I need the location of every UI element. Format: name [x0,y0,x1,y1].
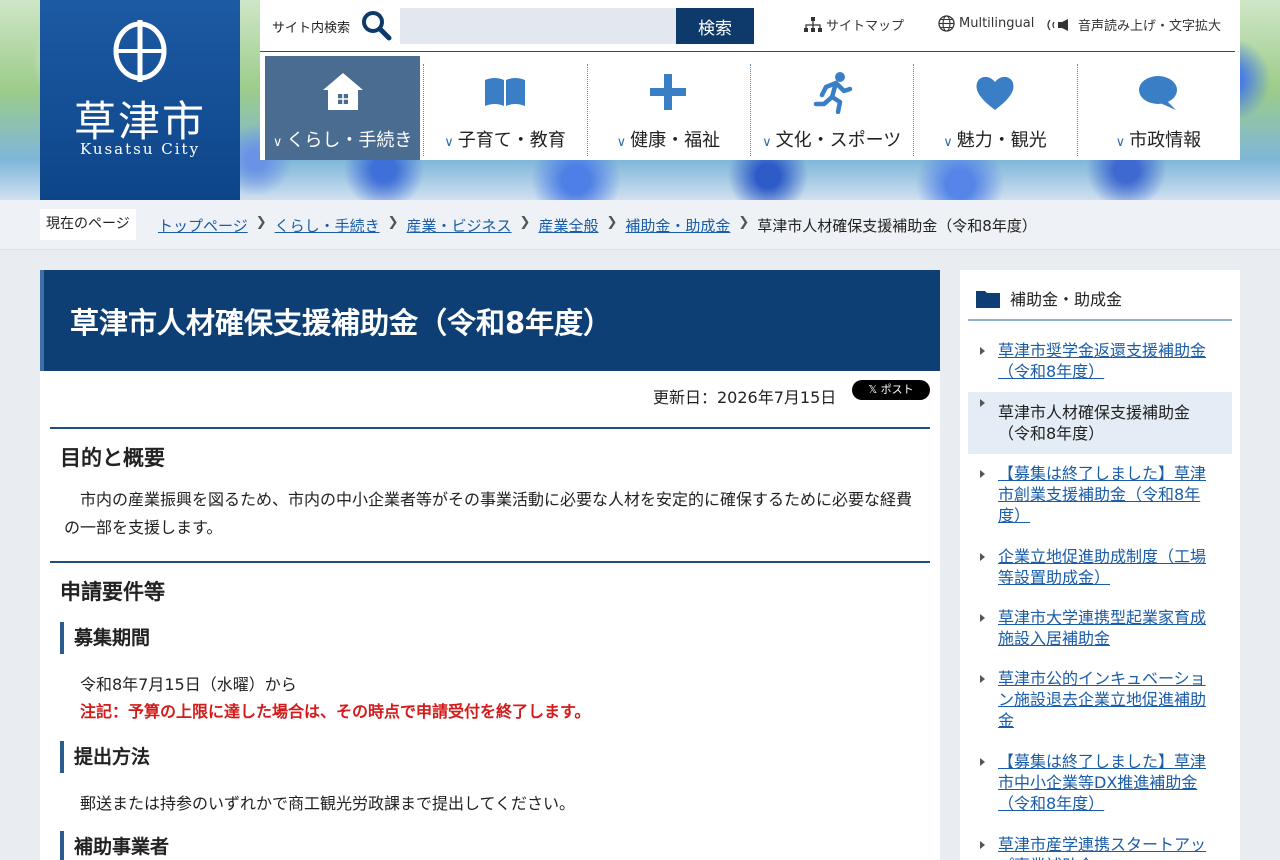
sidebar-link[interactable]: 草津市大学連携型起業家育成施設入居補助金 [998,608,1206,648]
sidebar-heading: 補助金・助成金 [976,286,1122,310]
sitemap-link[interactable]: サイトマップ [804,15,904,34]
nav-label: くらし・手続き [286,130,413,151]
search-label: サイト内検索 [272,21,351,36]
chevron-down-icon: ∨ [1115,135,1126,150]
search-button[interactable]: 検索 [676,8,754,44]
chevron-down-icon: ∨ [943,135,953,150]
article: 草津市人材確保支援補助金（令和8年度） 更新日：2026年7月15日 𝕏 ポスト… [40,270,940,860]
chevron-down-icon: ∨ [616,135,627,150]
nav-label: 魅力・観光 [956,130,1047,151]
chevron-down-icon: ∨ [762,135,772,150]
folder-icon [976,290,1000,308]
logo-subtitle: Kusatsu City [79,140,201,158]
nav-item-childcare[interactable]: ∨ 子育て・教育 [423,56,586,160]
nav-label: 子育て・教育 [457,130,566,151]
period-text: 令和8年7月15日（水曜）から [80,675,297,694]
sidebar-heading-label: 補助金・助成金 [1010,290,1123,309]
city-emblem-icon [113,20,167,82]
sidebar-current-label: 草津市人材確保支援補助金（令和8年度） [998,403,1191,443]
chevron-right-icon: ❯ [606,215,618,230]
breadcrumb-current: 草津市人材確保支援補助金（令和8年度） [757,217,1037,235]
plus-icon [650,74,687,110]
nav-label: 文化・スポーツ [775,130,902,151]
section-heading-purpose: 目的と概要 [60,446,165,470]
breadcrumb-link-top[interactable]: トップページ [158,215,248,236]
nav-item-health[interactable]: ∨ 健康・福祉 [586,56,750,160]
breadcrumb-link-living[interactable]: くらし・手続き [275,215,380,236]
sidebar-item[interactable]: 【募集は終了しました】草津市中小企業等DX推進補助金（令和8年度） [968,751,1232,814]
sitemap-label: サイトマップ [826,19,905,34]
multilingual-label: Multilingual [959,16,1035,31]
accessibility-link[interactable]: 音声読み上げ・文字拡大 [1046,15,1221,34]
sidebar-link[interactable]: 草津市奨学金返還支援補助金（令和8年度） [998,341,1206,381]
nav-item-culture[interactable]: ∨ 文化・スポーツ [750,56,913,160]
nav-label: 健康・福祉 [630,130,721,151]
chevron-right-icon: ❯ [738,215,750,230]
x-post-label: ポスト [880,383,914,396]
section-heading-requirements: 申請要件等 [60,580,165,604]
sidebar-link[interactable]: 草津市産学連携スタートアップ事業補助金 [998,835,1206,860]
updated-date: 更新日：2026年7月15日 [653,388,837,407]
sidebar: 補助金・助成金 草津市奨学金返還支援補助金（令和8年度） 草津市人材確保支援補助… [960,270,1240,860]
sidebar-item[interactable]: 草津市大学連携型起業家育成施設入居補助金 [968,607,1232,649]
book-icon [485,78,526,106]
sidebar-item[interactable]: 草津市産学連携スタートアップ事業補助金 [968,834,1232,860]
subheading-submission: 提出方法 [60,741,150,773]
page-title-block: 草津市人材確保支援補助金（令和8年度） [40,270,940,371]
section-divider [50,427,930,429]
subheading-eligible: 補助事業者 [60,831,169,860]
section-divider [50,561,930,563]
sidebar-link[interactable]: 【募集は終了しました】草津市中小企業等DX推進補助金（令和8年度） [998,752,1206,813]
search-icon[interactable] [360,9,392,41]
runner-icon [813,72,852,114]
nav-item-tourism[interactable]: ∨ 魅力・観光 [913,56,1076,160]
sidebar-item[interactable]: 草津市公的インキュベーション施設退去企業立地促進補助金 [968,668,1232,731]
breadcrumb-link-industry[interactable]: 産業全般 [538,215,598,236]
global-nav: ∨ くらし・手続き ∨ 子育て・教育 ∨ 健康・福祉 ∨ 文化・スポーツ ∨ 魅力・観光 [260,52,1240,160]
sidebar-divider [968,319,1232,321]
page-title: 草津市人材確保支援補助金（令和8年度） [70,306,613,340]
sidebar-item[interactable]: 企業立地促進助成制度（工場等設置助成金） [968,546,1232,588]
nav-item-living[interactable]: ∨ くらし・手続き [265,56,421,160]
sitemap-icon [804,16,822,32]
chevron-down-icon: ∨ [444,135,454,150]
chevron-down-icon: ∨ [272,135,283,150]
chevron-right-icon: ❯ [519,215,531,230]
site-logo[interactable]: 草津市 Kusatsu City [40,0,240,200]
sidebar-item-current: 草津市人材確保支援補助金（令和8年度） [968,392,1232,454]
period-note: 注記：予算の上限に達した場合は、その時点で申請受付を終了します。 [80,702,591,721]
sidebar-link[interactable]: 草津市公的インキュベーション施設退去企業立地促進補助金 [998,669,1206,730]
nav-label: 市政情報 [1129,130,1202,151]
speech-bubble-icon [1139,76,1178,110]
chevron-right-icon: ❯ [387,215,399,230]
purpose-text: 市内の産業振興を図るため、市内の中小企業者等がその事業活動に必要な人材を安定的に… [64,490,913,537]
subheading-period: 募集期間 [60,622,150,654]
x-post-button[interactable]: 𝕏 ポスト [852,380,930,400]
sidebar-link[interactable]: 【募集は終了しました】草津市創業支援補助金（令和8年度） [998,464,1206,525]
breadcrumb-link-business[interactable]: 産業・ビジネス [407,215,512,236]
submission-text: 郵送または持参のいずれかで商工観光労政課まで提出してください。 [80,794,576,813]
breadcrumb-link-subsidy[interactable]: 補助金・助成金 [625,215,730,236]
sidebar-item[interactable]: 草津市奨学金返還支援補助金（令和8年度） [968,340,1232,382]
heart-icon [976,76,1014,110]
utility-bar: サイト内検索 検索 サイトマップ Multilingual 音声読み上げ・文字拡… [260,0,1240,53]
speaker-icon [1047,18,1068,31]
globe-icon [938,15,955,32]
accessibility-label: 音声読み上げ・文字拡大 [1078,19,1222,34]
sidebar-link[interactable]: 企業立地促進助成制度（工場等設置助成金） [998,547,1206,587]
chevron-right-icon: ❯ [255,215,267,230]
sidebar-item[interactable]: 【募集は終了しました】草津市創業支援補助金（令和8年度） [968,463,1232,526]
house-icon [322,73,363,110]
x-logo-icon: 𝕏 [868,383,881,396]
multilingual-link[interactable]: Multilingual [938,15,1034,32]
breadcrumb: トップページ ❯ くらし・手続き ❯ 産業・ビジネス ❯ 産業全般 ❯ 補助金・… [158,215,1037,236]
search-input[interactable] [400,8,678,44]
nav-item-city-info[interactable]: ∨ 市政情報 [1076,56,1240,160]
breadcrumb-label: 現在のページ [40,209,136,240]
